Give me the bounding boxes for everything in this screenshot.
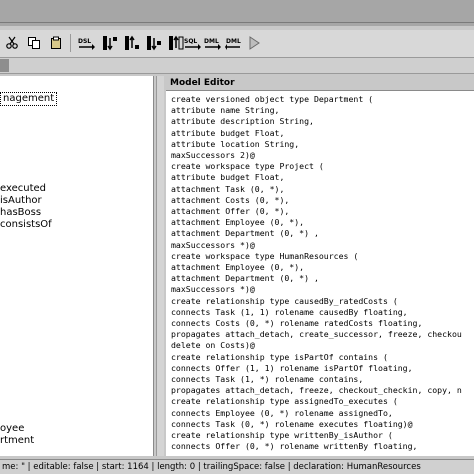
- code-line: connects Task (0, *) rolename executes f…: [171, 418, 413, 429]
- generate-button-2[interactable]: [122, 33, 142, 53]
- tree-item[interactable]: hasBoss: [0, 207, 41, 219]
- svg-text:DML: DML: [204, 38, 219, 45]
- copy-icon[interactable]: [24, 33, 44, 53]
- code-line: connects Costs (0, *) rolename ratedCost…: [171, 318, 423, 328]
- code-line: create relationship type writtenBy_isAut…: [171, 430, 393, 440]
- toolbar-separator: [70, 34, 71, 52]
- code-line: propagates attach_detach, freeze, checko…: [171, 385, 462, 396]
- code-line: attribute budget Float,: [171, 172, 285, 183]
- tree-item[interactable]: isAuthor: [0, 195, 42, 207]
- cut-icon[interactable]: [2, 33, 22, 53]
- title-bar-divider: [0, 22, 474, 23]
- code-line: attribute description String,: [171, 116, 314, 127]
- code-line: attachment Task (0, *),: [171, 183, 285, 194]
- generate-button-3[interactable]: [144, 33, 164, 53]
- tree-item[interactable]: nagement: [0, 92, 58, 106]
- code-line: maxSuccessors *)@: [171, 284, 255, 295]
- tree-item[interactable]: consistsOf: [0, 219, 52, 231]
- code-line: delete on Costs)@: [171, 340, 255, 351]
- title-bar-area: [0, 0, 474, 26]
- svg-text:DML: DML: [226, 38, 241, 45]
- code-line: attribute budget Float,: [171, 127, 285, 138]
- svg-text:DSL: DSL: [78, 38, 91, 45]
- model-editor-text-area[interactable]: create versioned object type Department …: [166, 90, 474, 456]
- code-line: create relationship type isPartOf contai…: [171, 351, 388, 362]
- code-line: create relationship type assignedTo_exec…: [171, 396, 398, 407]
- code-line: attachment Department (0, *) ,: [171, 273, 319, 284]
- model-tree-panel: nagement executed isAuthor hasBoss consi…: [0, 76, 154, 456]
- dsl-button[interactable]: DSL: [76, 33, 96, 53]
- tree-item[interactable]: oyee: [0, 423, 24, 435]
- code-line: create workspace type Project (: [171, 161, 324, 172]
- code-line: create workspace type HumanResources (: [171, 250, 359, 261]
- code-line: propagates attach_detach, create_success…: [171, 329, 462, 340]
- status-text: me: " | editable: false | start: 1164 | …: [2, 462, 421, 472]
- run-icon[interactable]: [244, 33, 264, 53]
- paste-icon[interactable]: [46, 33, 66, 53]
- code-line: maxSuccessors 2)@: [171, 150, 255, 160]
- toolbar: DSL SQL DML DML: [0, 30, 474, 58]
- tree-item[interactable]: executed: [0, 183, 46, 195]
- code-line: connects Task (1, *) rolename contains,: [171, 374, 364, 384]
- code-line: maxSuccessors *)@: [171, 239, 255, 250]
- code-line: attachment Offer (0, *),: [171, 206, 290, 216]
- code-line: attachment Employee (0, *),: [171, 262, 305, 272]
- code-line: connects Offer (1, 1) rolename isPartOf …: [171, 362, 413, 373]
- code-line: create relationship type causedBy_ratedC…: [171, 295, 398, 306]
- code-line: attachment Employee (0, *),: [171, 217, 305, 228]
- sql-button[interactable]: SQL: [182, 33, 202, 53]
- tree-item[interactable]: rtment: [0, 435, 34, 447]
- dml-button-2[interactable]: DML: [224, 33, 244, 53]
- generate-button-1[interactable]: [100, 33, 120, 53]
- status-bar: me: " | editable: false | start: 1164 | …: [0, 459, 474, 474]
- editor-title: Model Editor: [166, 76, 474, 90]
- dml-button[interactable]: DML: [202, 33, 222, 53]
- code-line: attachment Department (0, *) ,: [171, 228, 319, 239]
- svg-text:SQL: SQL: [184, 38, 197, 45]
- code-line: attribute location String,: [171, 138, 300, 149]
- secondary-toolbar: [0, 58, 474, 74]
- code-line: attachment Costs (0, *),: [171, 194, 290, 205]
- code-line: connects Employee (0, *) rolename assign…: [171, 407, 393, 418]
- tree-scrollbar[interactable]: [156, 76, 164, 456]
- code-line: attribute name String,: [171, 105, 280, 116]
- code-line: connects Offer (0, *) rolename writtenBy…: [171, 441, 418, 452]
- panel-toggle-handle[interactable]: [0, 59, 9, 72]
- code-line: create versioned object type Department …: [171, 94, 374, 104]
- code-line: connects Task (1, 1) rolename causedBy f…: [171, 306, 408, 317]
